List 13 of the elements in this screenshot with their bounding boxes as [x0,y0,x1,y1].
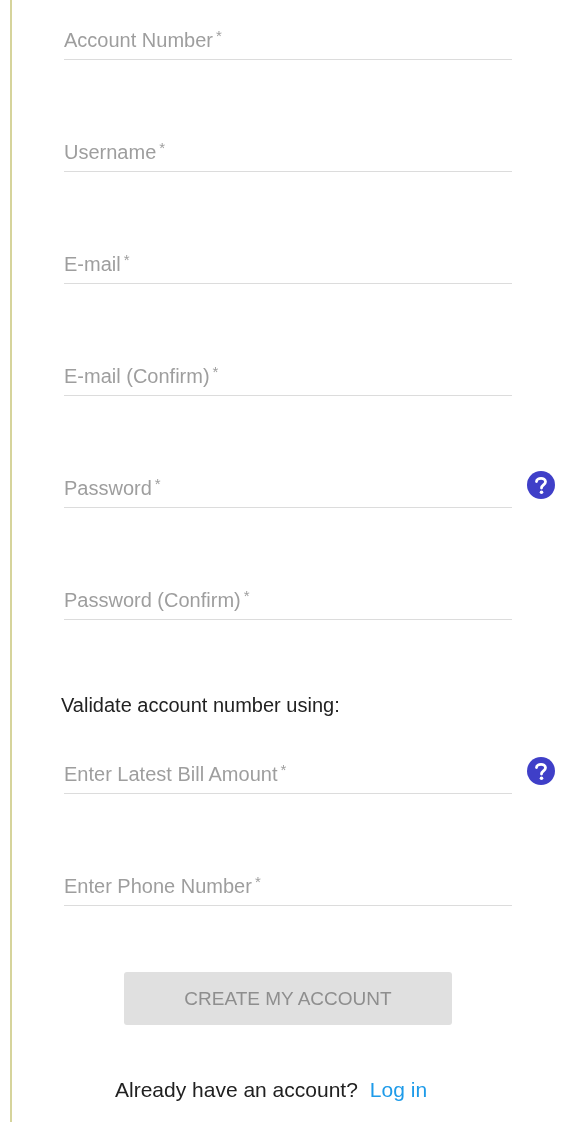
login-prompt: Already have an account? [115,1078,358,1102]
text-field[interactable]: Password$^{*}$ [64,470,512,508]
help-icon[interactable] [527,757,555,785]
text-field[interactable]: E-mail (Confirm)$^{*}$ [64,358,512,396]
text-field[interactable]: E-mail$^{*}$ [64,246,512,284]
section-heading: Validate account number using: [61,693,341,717]
text-field[interactable]: Account Number$^{*}$ [64,22,512,60]
text-field[interactable]: Enter Phone Number$^{*}$ [64,868,512,906]
text-field[interactable]: Enter Latest Bill Amount$^{*}$ [64,756,512,794]
help-icon[interactable] [527,471,555,499]
text-field[interactable]: Username$^{*}$ [64,134,512,172]
text-field[interactable]: Password (Confirm)$^{*}$ [64,582,512,620]
login-link[interactable]: Log in [369,1078,428,1102]
